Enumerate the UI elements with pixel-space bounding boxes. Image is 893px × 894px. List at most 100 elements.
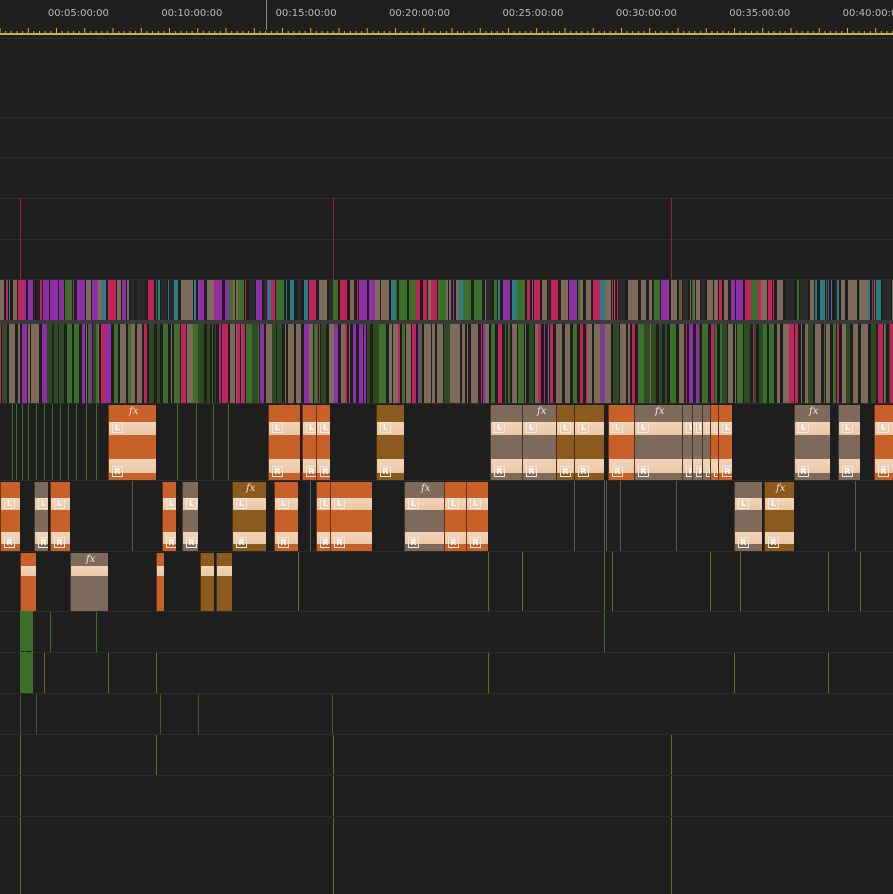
video-clip[interactable]: [826, 324, 830, 404]
video-clip[interactable]: [853, 324, 858, 404]
clip-edge[interactable]: [333, 735, 334, 776]
video-clip[interactable]: [412, 324, 416, 404]
audio-clip[interactable]: LR: [330, 482, 372, 551]
video-clip[interactable]: [737, 324, 743, 404]
clip-edge[interactable]: [671, 735, 672, 776]
clip-edge[interactable]: [860, 552, 861, 612]
video-clip[interactable]: [532, 280, 533, 324]
video-clip[interactable]: [744, 324, 750, 404]
video-clip[interactable]: [59, 324, 64, 404]
audio-clip[interactable]: LR: [574, 405, 604, 480]
video-clip[interactable]: [641, 280, 646, 324]
clip-edge[interactable]: [68, 404, 69, 481]
video-clip[interactable]: [220, 324, 221, 404]
video-clip[interactable]: [174, 324, 180, 404]
video-clip[interactable]: [689, 324, 693, 404]
video-clip[interactable]: [868, 280, 870, 324]
video-clip[interactable]: [820, 280, 825, 324]
video-clip[interactable]: [795, 324, 798, 404]
video-clip[interactable]: [525, 324, 526, 404]
clip-edge[interactable]: [228, 404, 229, 481]
video-clip[interactable]: [722, 324, 727, 404]
video-clip[interactable]: [156, 280, 157, 324]
audio-clip[interactable]: L Rfx: [764, 482, 794, 551]
sequence-marker[interactable]: [671, 198, 672, 279]
video-clip[interactable]: [486, 280, 492, 324]
clip-edge[interactable]: [710, 552, 711, 612]
fx-badge-icon[interactable]: fx: [776, 483, 785, 494]
clip-edge[interactable]: [22, 404, 23, 481]
clip-edge[interactable]: [604, 481, 605, 552]
video-clip[interactable]: [406, 324, 411, 404]
video-clip[interactable]: [797, 280, 799, 324]
video-clip[interactable]: [364, 324, 366, 404]
timeline-track[interactable]: [0, 38, 893, 118]
video-clip[interactable]: [174, 280, 178, 324]
clip-edge[interactable]: [132, 481, 133, 552]
clip-edge[interactable]: [671, 776, 672, 817]
timeline-track[interactable]: [0, 198, 893, 240]
video-clip[interactable]: [670, 324, 676, 404]
audio-clip[interactable]: L Rfx: [522, 405, 558, 480]
clip-edge[interactable]: [676, 481, 677, 552]
video-clip[interactable]: [237, 324, 240, 404]
clip-edge[interactable]: [196, 404, 197, 481]
video-clip[interactable]: [77, 280, 85, 324]
video-clip[interactable]: [620, 324, 626, 404]
audio-clip[interactable]: L Rfx: [108, 405, 156, 480]
video-clip[interactable]: [22, 324, 27, 404]
playhead-icon[interactable]: [266, 0, 267, 30]
audio-clip[interactable]: L Rfx: [404, 482, 444, 551]
clip-edge[interactable]: [20, 817, 21, 894]
video-clip[interactable]: [556, 324, 562, 404]
video-clip[interactable]: [131, 324, 135, 404]
video-clip[interactable]: [222, 324, 228, 404]
audio-clip[interactable]: [156, 553, 164, 611]
video-clip[interactable]: [834, 324, 836, 404]
video-clip[interactable]: [260, 324, 264, 404]
video-clip[interactable]: [38, 280, 39, 324]
audio-clip[interactable]: L Rfx: [794, 405, 830, 480]
video-clip[interactable]: [13, 280, 17, 324]
video-clip[interactable]: [290, 280, 294, 324]
video-clip[interactable]: [359, 324, 363, 404]
audio-clip[interactable]: L Rfx: [634, 405, 682, 480]
video-clip[interactable]: [569, 280, 577, 324]
clip-edge[interactable]: [156, 735, 157, 776]
audio-clip[interactable]: LR: [718, 405, 732, 480]
clip-edge[interactable]: [86, 404, 87, 481]
video-clip[interactable]: [333, 280, 338, 324]
video-clip[interactable]: [285, 324, 286, 404]
video-clip[interactable]: [59, 280, 64, 324]
clip-edge[interactable]: [574, 481, 575, 552]
video-clip[interactable]: [242, 324, 245, 404]
video-clip[interactable]: [420, 324, 422, 404]
video-clip[interactable]: [114, 324, 118, 404]
video-clip[interactable]: [288, 324, 294, 404]
video-clip[interactable]: [20, 611, 33, 651]
clip-edge[interactable]: [36, 404, 37, 481]
clip-edge[interactable]: [606, 481, 607, 552]
video-clip[interactable]: [207, 324, 210, 404]
timeline-track[interactable]: [0, 239, 893, 281]
video-clip[interactable]: [102, 280, 106, 324]
video-clip[interactable]: [50, 280, 58, 324]
video-clip[interactable]: [831, 280, 832, 324]
video-clip[interactable]: [449, 280, 451, 324]
video-clip[interactable]: [309, 324, 313, 404]
video-clip[interactable]: [801, 324, 802, 404]
clip-edge[interactable]: [612, 552, 613, 612]
audio-clip[interactable]: LR: [268, 405, 300, 480]
video-clip[interactable]: [763, 324, 767, 404]
video-clip[interactable]: [74, 324, 79, 404]
clip-edge[interactable]: [198, 694, 199, 735]
video-clip[interactable]: [314, 324, 318, 404]
video-clip[interactable]: [587, 324, 592, 404]
video-clip[interactable]: [573, 324, 577, 404]
video-clip[interactable]: [649, 280, 652, 324]
video-clip[interactable]: [826, 280, 827, 324]
video-clip[interactable]: [529, 324, 534, 404]
video-clip[interactable]: [614, 280, 615, 324]
video-clip[interactable]: [47, 324, 52, 404]
video-clip[interactable]: [381, 280, 389, 324]
